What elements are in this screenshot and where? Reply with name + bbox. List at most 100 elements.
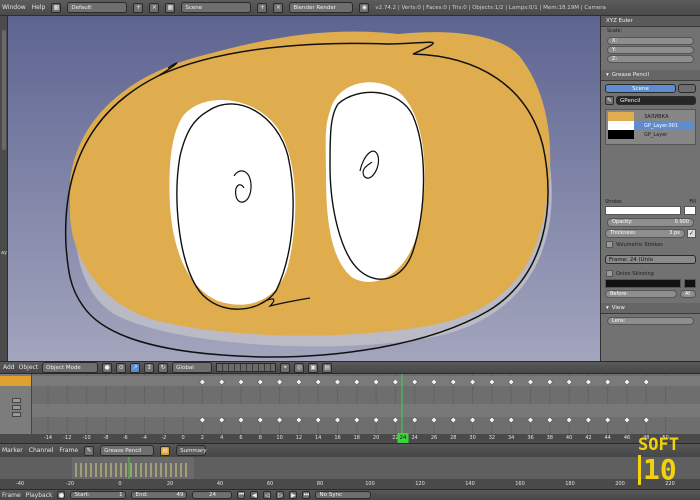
prev-key-icon[interactable]: ◀ (250, 491, 259, 499)
sync-selector[interactable]: No Sync (315, 491, 372, 499)
gpencil-browse-icon[interactable]: ✎ (605, 96, 614, 105)
render-icon[interactable]: ▣ (308, 362, 319, 373)
keyframe-diamond[interactable] (392, 416, 399, 424)
layer-color-swatch[interactable] (608, 112, 634, 121)
keyframe-diamond[interactable] (334, 416, 341, 424)
keyframe-diamond[interactable] (372, 416, 380, 424)
volumetric-checkbox[interactable] (606, 241, 613, 248)
keyframe-diamond[interactable] (565, 416, 573, 424)
keyframe-diamond[interactable] (430, 416, 438, 424)
keyframe-diamond[interactable] (218, 416, 225, 424)
scale-z-field[interactable]: Z: (607, 55, 694, 63)
keyframe-diamond[interactable] (237, 416, 245, 424)
keyframe-diamond[interactable] (295, 416, 303, 424)
stroke-color-field[interactable] (605, 206, 681, 215)
opacity-slider[interactable]: Opacity: 0.900 (607, 218, 694, 227)
dopesheet-channels[interactable] (0, 374, 32, 442)
onion-before-field[interactable]: Before: (605, 290, 677, 298)
scene-source-button[interactable]: Scene (605, 84, 676, 93)
keyframe-diamond[interactable] (527, 416, 534, 424)
object-source-button[interactable] (678, 84, 696, 93)
record-icon[interactable]: ● (57, 491, 66, 499)
start-frame-field[interactable]: Start: 1 (70, 491, 127, 499)
frame-info-field[interactable]: Frame: 24 (Unlo (605, 255, 696, 264)
rotate-icon[interactable]: ↻ (158, 362, 169, 373)
jump-start-icon[interactable]: ⏮ (237, 491, 246, 499)
lens-field[interactable]: Lens: (607, 317, 694, 325)
layer-color-swatch[interactable] (608, 121, 634, 130)
keyframe-diamond[interactable] (199, 416, 206, 424)
menu-playback[interactable]: Playback (26, 492, 53, 499)
scene-browse-icon[interactable]: ▦ (165, 2, 176, 13)
channel-visibility-icon[interactable] (12, 405, 21, 410)
fill-color-field[interactable] (684, 206, 696, 215)
keyframe-diamond[interactable] (508, 416, 515, 424)
keyframe-diamond[interactable] (315, 416, 322, 424)
shading-icon[interactable]: ● (102, 362, 113, 373)
snap-icon[interactable]: ⌖ (280, 362, 291, 373)
keyframe-diamond[interactable] (643, 416, 650, 424)
dopesheet-area[interactable] (0, 374, 700, 442)
keyframe-diamond[interactable] (604, 416, 611, 424)
keyframe-diamond[interactable] (450, 416, 457, 424)
current-frame-indicator[interactable]: 24 (397, 433, 409, 443)
orientation-selector[interactable]: Global (172, 362, 213, 373)
play-icon[interactable]: ▷ (276, 491, 285, 499)
timeline-ruler[interactable]: -40-20020406080100120140160180200220240 (0, 479, 700, 489)
menu-window[interactable]: Window (2, 4, 26, 11)
jump-end-icon[interactable]: ⏭ (302, 491, 311, 499)
keyframe-diamond[interactable] (276, 416, 283, 424)
layer-list[interactable]: ЗАЛИВКА GP_Layer.001 GP_Layer (605, 109, 696, 145)
dopesheet-mode-selector[interactable]: Grease Pencil (100, 445, 155, 456)
menu-marker[interactable]: Marker (2, 447, 23, 454)
grease-pencil-header[interactable]: ▾ Grease Pencil (601, 70, 700, 81)
channel-visibility-icon[interactable] (12, 412, 21, 417)
onion-checkbox[interactable] (606, 270, 613, 277)
layer-row-fill[interactable]: ЗАЛИВКА (608, 112, 693, 121)
keyframe-diamond[interactable] (585, 416, 592, 424)
end-frame-field[interactable]: End: 49 (131, 491, 188, 499)
editor-type-icon[interactable]: ✎ (84, 445, 95, 456)
play-reverse-icon[interactable]: ◁ (263, 491, 272, 499)
keyframe-diamond[interactable] (257, 416, 264, 424)
thickness-checkbox[interactable]: ✓ (687, 229, 696, 238)
keyframe-diamond[interactable] (353, 416, 360, 424)
menu-channel[interactable]: Channel (29, 447, 54, 454)
menu-add[interactable]: Add (3, 364, 15, 371)
next-key-icon[interactable]: ▶ (289, 491, 298, 499)
thickness-slider[interactable]: Thickness: 3 px (605, 229, 685, 238)
layout-add-icon[interactable]: + (133, 2, 144, 13)
gpencil-name-field[interactable]: GPencil (616, 96, 696, 105)
channel-visibility-icon[interactable] (12, 398, 21, 403)
scale-y-field[interactable]: Y: (607, 46, 694, 54)
keyframe-diamond[interactable] (469, 416, 476, 424)
summary-channel[interactable] (0, 376, 31, 386)
scale-x-field[interactable]: X: (607, 37, 694, 45)
layout-browse-icon[interactable]: ▦ (51, 2, 62, 13)
scene-close-icon[interactable]: × (273, 2, 284, 13)
scene-selector[interactable]: Scene (181, 2, 252, 13)
layer-buttons[interactable] (216, 363, 277, 372)
onion-after-field[interactable]: Af (680, 290, 696, 298)
onion-before-color[interactable] (605, 279, 681, 288)
keyframe-diamond[interactable] (488, 416, 496, 424)
layer-row-base[interactable]: GP_Layer (608, 130, 693, 139)
scene-add-icon[interactable]: + (257, 2, 268, 13)
dopesheet-ruler[interactable]: -14 -12 -10 -8 -6 -4 -2 0 2 4 6 8 10 12 14 16 18 20 22 24 26… (0, 433, 700, 443)
camera-icon[interactable]: ▤ (322, 362, 333, 373)
mode-selector[interactable]: Object Mode (42, 362, 99, 373)
layout-close-icon[interactable]: × (149, 2, 160, 13)
summary-button[interactable]: Summary (176, 445, 207, 456)
summary-toggle-icon[interactable]: ▤ (160, 445, 171, 456)
onion-after-color[interactable] (684, 279, 696, 288)
layer-color-swatch[interactable] (608, 130, 634, 139)
menu-object[interactable]: Object (19, 364, 39, 371)
render-engine-selector[interactable]: Blender Render (289, 2, 354, 13)
manipulator-icon[interactable]: ↗ (130, 362, 141, 373)
menu-frame-bottom[interactable]: Frame (2, 492, 21, 499)
layer-row-selected[interactable]: GP_Layer.001 (608, 121, 693, 130)
layout-selector[interactable]: Default (67, 2, 128, 13)
translate-icon[interactable]: ↕ (144, 362, 155, 373)
keyframe-diamond[interactable] (623, 416, 631, 424)
current-frame-field[interactable]: 24 (192, 491, 233, 499)
